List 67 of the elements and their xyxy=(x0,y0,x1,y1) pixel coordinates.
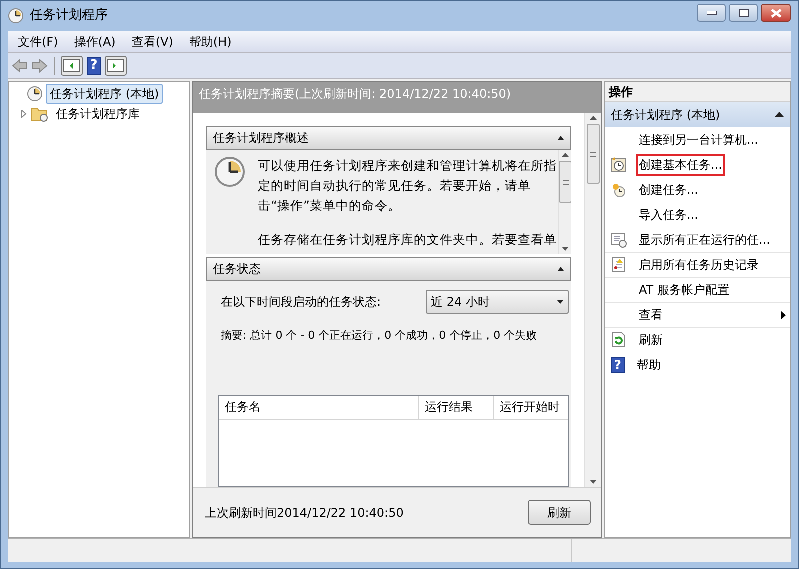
minimize-icon xyxy=(706,11,716,15)
back-arrow-icon[interactable] xyxy=(12,58,28,72)
period-label: 在以下时间段启动的任务状态: xyxy=(221,294,382,311)
action-item[interactable]: 导入任务... xyxy=(636,204,702,226)
section-header[interactable]: 任务计划程序概述 xyxy=(206,126,571,150)
calendar-clock-icon xyxy=(611,156,627,172)
folder-clock-icon xyxy=(31,106,49,122)
collapse-arrow-icon xyxy=(775,112,784,117)
overview-text: 可以使用任务计划程序来创建和管理计算机将在所指定的时间自动执行的常见任务。若要开始，请单击“操作”菜单中的命令。 xyxy=(258,157,558,215)
clock-icon xyxy=(214,156,246,188)
help-icon[interactable]: ? xyxy=(87,56,101,74)
summary-title: 任务计划程序摘要(上次刷新时间: 2014/12/22 10:40:50) xyxy=(199,87,512,101)
action-item[interactable]: 查看 xyxy=(636,304,666,326)
collapse-arrow-icon[interactable] xyxy=(558,136,564,140)
action-item[interactable]: 显示所有正在运行的任... xyxy=(636,228,774,250)
status-summary: 摘要: 总计 0 个 - 0 个正在运行，0 个成功，0 个停止，0 个失败 xyxy=(221,328,538,344)
restore-icon xyxy=(738,9,748,17)
scroll-down-icon[interactable] xyxy=(562,247,569,251)
column-header[interactable]: 任务名 xyxy=(219,396,419,420)
column-header[interactable]: 运行结果 xyxy=(419,396,494,420)
notebook-icon xyxy=(611,257,627,273)
action-item[interactable]: 帮助 xyxy=(634,354,664,376)
refresh-icon xyxy=(611,332,627,348)
action-item[interactable]: 刷新 xyxy=(636,329,666,351)
vertical-scrollbar[interactable] xyxy=(584,113,601,487)
section-title: 任务状态 xyxy=(213,261,261,278)
maximize-button[interactable] xyxy=(729,4,758,22)
close-icon xyxy=(770,8,782,18)
overview-text: 任务存储在任务计划程序库的文件夹中。若要查看单 xyxy=(258,231,558,249)
last-refresh-text: 上次刷新时间2014/12/22 10:40:50 xyxy=(205,504,404,522)
pane-toggle-icon[interactable] xyxy=(105,56,127,76)
expand-arrow-icon[interactable] xyxy=(20,110,28,118)
menu-item[interactable]: 操作(A) xyxy=(68,32,122,50)
action-item[interactable]: 创建基本任务... xyxy=(636,154,726,176)
help-icon: ? xyxy=(611,356,625,372)
menu-item[interactable]: 文件(F) xyxy=(12,32,64,50)
collapse-arrow-icon[interactable] xyxy=(558,267,564,271)
submenu-arrow-icon xyxy=(781,310,786,320)
period-dropdown[interactable]: 近 24 小时 xyxy=(426,290,569,314)
window-title: 任务计划程序 xyxy=(30,7,108,26)
clock-star-icon xyxy=(611,182,627,198)
action-item[interactable]: 连接到另一台计算机... xyxy=(636,128,762,150)
section-header[interactable]: 任务状态 xyxy=(206,257,571,281)
actions-header: 操作 xyxy=(605,82,790,102)
app-clock-icon xyxy=(8,8,24,24)
minimize-button[interactable] xyxy=(697,4,726,22)
menu-item[interactable]: 查看(V) xyxy=(126,32,180,50)
forward-arrow-icon[interactable] xyxy=(32,58,48,72)
menu-item[interactable]: 帮助(H) xyxy=(183,32,238,50)
tree-item[interactable]: 任务计划程序 (本地) xyxy=(46,84,164,104)
column-header[interactable]: 运行开始时 xyxy=(494,396,568,420)
section-title: 任务计划程序概述 xyxy=(213,130,309,147)
action-item[interactable]: AT 服务帐户配置 xyxy=(636,279,732,301)
refresh-button[interactable]: 刷新 xyxy=(528,500,591,525)
scroll-up-icon[interactable] xyxy=(562,153,569,157)
close-button[interactable] xyxy=(761,4,791,22)
action-item[interactable]: 创建任务... xyxy=(636,178,702,200)
overview-scrollbar[interactable] xyxy=(558,150,571,254)
scroll-up-icon[interactable] xyxy=(590,116,596,120)
clock-icon xyxy=(27,86,43,102)
window-clock-icon xyxy=(611,232,627,248)
scroll-down-icon[interactable] xyxy=(590,480,596,484)
dropdown-arrow-icon xyxy=(557,300,564,304)
action-item[interactable]: 启用所有任务历史记录 xyxy=(636,254,762,276)
actions-group-header[interactable]: 任务计划程序 (本地) xyxy=(605,102,790,127)
tree-item[interactable]: 任务计划程序库 xyxy=(52,104,144,124)
pane-toggle-icon[interactable] xyxy=(61,56,83,76)
